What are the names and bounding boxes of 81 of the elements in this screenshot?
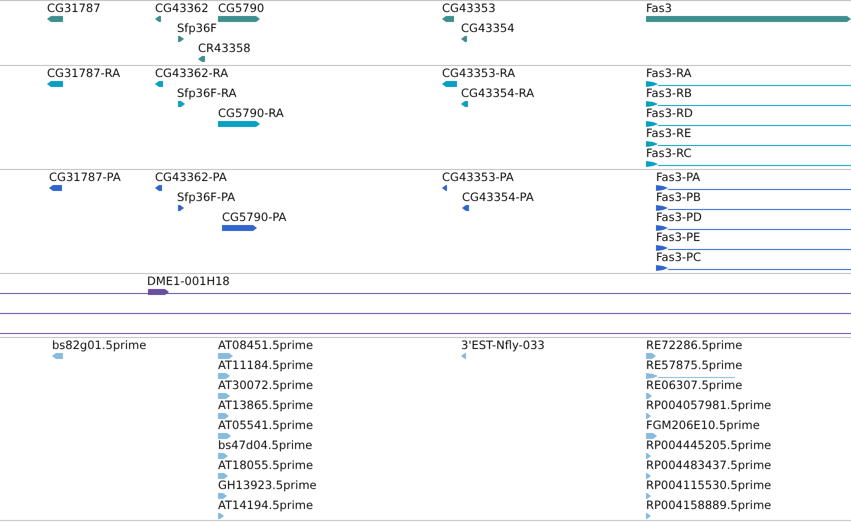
feature-label: CG43353 (442, 1, 496, 15)
feature-label: RP004483437.5prime (646, 458, 772, 472)
feature-label: CG43354-PA (462, 190, 534, 204)
feature-label: AT05541.5prime (218, 418, 314, 432)
feature-label: Fas3-RC (646, 146, 692, 160)
feature-glyph[interactable] (218, 121, 260, 127)
feature-label: CR43358 (198, 41, 251, 55)
feature-label: GH13923.5prime (218, 478, 317, 492)
feature-label: CG43362-PA (155, 170, 227, 184)
feature-glyph[interactable] (656, 205, 851, 211)
feature-glyph[interactable] (646, 141, 851, 147)
feature-label: AT14194.5prime (218, 498, 314, 512)
feature-label: RE72286.5prime (646, 338, 742, 352)
feature-glyph[interactable] (198, 56, 205, 62)
feature-label: CG31787-PA (49, 170, 121, 184)
feature-label: CG43354-RA (461, 86, 534, 100)
feature-glyph[interactable] (49, 185, 62, 191)
feature-glyph[interactable] (47, 16, 63, 22)
feature-glyph[interactable] (47, 81, 63, 87)
feature-label: CG5790 (218, 1, 264, 15)
feature-label: CG43362-RA (155, 66, 228, 80)
feature-glyph[interactable] (155, 16, 161, 22)
feature-glyph[interactable] (656, 185, 851, 191)
feature-label: RP004445205.5prime (646, 438, 772, 452)
feature-glyph[interactable] (646, 161, 851, 167)
feature-label: Fas3-PE (656, 230, 700, 244)
feature-label: Fas3-PA (656, 170, 700, 184)
feature-label: CG31787 (47, 1, 101, 15)
feature-label: bs47d04.5prime (218, 438, 312, 452)
feature-glyph[interactable] (461, 36, 467, 42)
feature-label: CG43354 (461, 21, 515, 35)
feature-glyph[interactable] (646, 81, 851, 87)
feature-label: Fas3-RB (646, 86, 692, 100)
feature-label: Fas3-RD (646, 106, 693, 120)
feature-label: FGM206E10.5prime (646, 418, 760, 432)
feature-glyph[interactable] (178, 36, 184, 42)
feature-label: AT08451.5prime (218, 338, 314, 352)
feature-glyph[interactable] (442, 81, 457, 87)
feature-glyph[interactable] (178, 101, 185, 107)
feature-label: Sfp36F (177, 21, 217, 35)
feature-label: RE57875.5prime (646, 358, 742, 372)
feature-glyph[interactable] (462, 205, 469, 211)
feature-glyph[interactable] (155, 185, 162, 191)
feature-label: AT18055.5prime (218, 458, 314, 472)
feature-glyph[interactable] (656, 245, 851, 251)
feature-label: CG43353-PA (442, 170, 514, 184)
feature-glyph[interactable] (656, 225, 851, 231)
feature-label: Sfp36F-PA (177, 190, 236, 204)
feature-glyph[interactable] (442, 16, 454, 22)
feature-label: Fas3-RA (646, 66, 692, 80)
feature-label: DME1-001H18 (147, 274, 230, 288)
feature-label: 3'EST-Nfly-033 (461, 338, 545, 352)
feature-label: CG31787-RA (47, 66, 120, 80)
feature-label: Fas3-PB (656, 190, 701, 204)
feature-label: Fas3 (646, 1, 672, 15)
feature-glyph[interactable] (461, 101, 468, 107)
feature-label: Fas3-PD (656, 210, 702, 224)
feature-glyph[interactable] (646, 101, 851, 107)
feature-label: RE06307.5prime (646, 378, 742, 392)
feature-label: CG5790-PA (222, 210, 286, 224)
feature-glyph[interactable] (178, 205, 184, 211)
feature-glyph[interactable] (442, 185, 447, 191)
feature-glyph[interactable] (222, 225, 257, 231)
feature-label: bs82g01.5prime (52, 338, 146, 352)
feature-label: Sfp36F-RA (177, 86, 236, 100)
feature-glyph[interactable] (148, 289, 169, 295)
feature-glyph[interactable] (218, 16, 260, 22)
feature-label: AT30072.5prime (218, 378, 314, 392)
feature-label: CG43362 (155, 1, 209, 15)
feature-label: RP004158889.5prime (646, 498, 772, 512)
feature-label: CG5790-RA (218, 106, 284, 120)
feature-label: CG43353-RA (442, 66, 516, 80)
feature-label: RP004057981.5prime (646, 398, 772, 412)
feature-label: AT13865.5prime (218, 398, 314, 412)
feature-label: AT11184.5prime (218, 358, 314, 372)
feature-label: Fas3-RE (646, 126, 692, 140)
feature-glyph[interactable] (646, 121, 851, 127)
feature-glyph[interactable] (155, 81, 163, 87)
feature-label: RP004115530.5prime (646, 478, 772, 492)
feature-glyph[interactable] (656, 265, 851, 271)
feature-label: Fas3-PC (656, 250, 702, 264)
